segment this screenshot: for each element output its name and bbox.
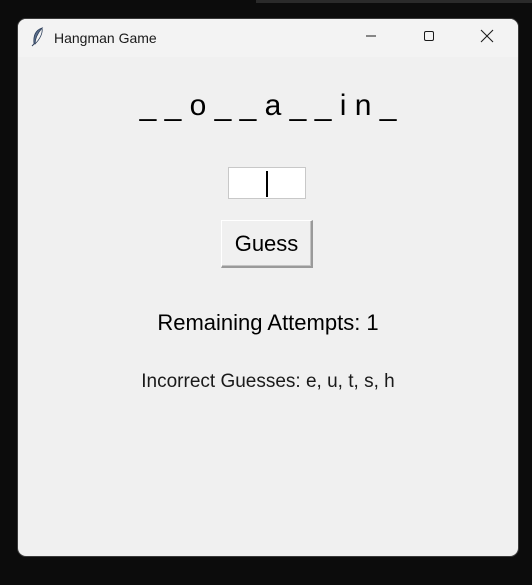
incorrect-guesses: Incorrect Guesses: e, u, t, s, h [141, 371, 395, 392]
maximize-button[interactable] [406, 19, 452, 57]
guess-input[interactable] [228, 167, 306, 199]
title-bar[interactable]: Hangman Game [18, 19, 518, 57]
minimize-button[interactable] [348, 19, 394, 57]
maximize-icon [423, 29, 435, 47]
app-window: Hangman Game _ _ o _ _ a _ _ i n _ Guess… [18, 19, 518, 556]
minimize-icon [365, 29, 377, 47]
text-caret [266, 171, 268, 197]
word-display: _ _ o _ _ a _ _ i n _ [139, 89, 397, 122]
window-title: Hangman Game [54, 30, 157, 46]
close-icon [480, 29, 494, 48]
guess-button[interactable]: Guess [221, 220, 313, 268]
feather-icon [30, 27, 46, 47]
remaining-attempts: Remaining Attempts: 1 [157, 310, 379, 335]
close-button[interactable] [464, 19, 510, 57]
desktop-strip [256, 0, 532, 3]
game-area: _ _ o _ _ a _ _ i n _ Guess Remaining At… [18, 57, 518, 556]
